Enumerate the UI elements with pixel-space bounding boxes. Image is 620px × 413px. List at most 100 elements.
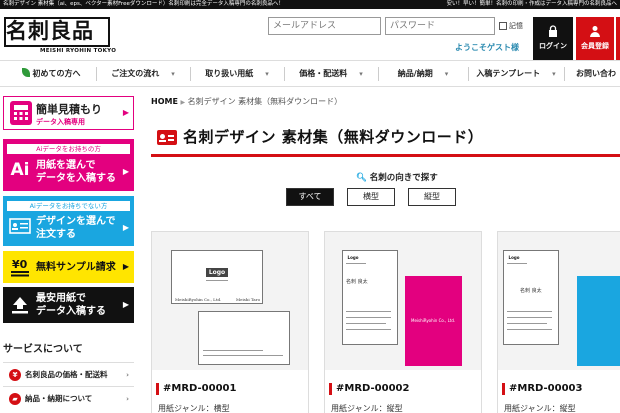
chevron-right-icon: › [126,371,129,379]
design-thumbnail[interactable]: Logo 名刺 良太 MeishiRyohin Co., Ltd. [325,232,481,370]
nav-templates[interactable]: 入稿テンプレート ▾ [472,61,560,86]
chevron-down-icon: ▾ [444,70,449,78]
filter-horizontal-button[interactable]: 横型 [347,188,395,206]
page-title-bar: 名刺デザイン 素材集（無料ダウンロード） [151,123,620,157]
nav-delivery[interactable]: 納品/納期 ▾ [382,61,464,86]
nav-divider [468,67,469,81]
login-label: ログイン [539,42,567,50]
nav-order-flow[interactable]: ご注文の流れ ▾ [100,61,186,86]
filter-vertical-button[interactable]: 縦型 [408,188,456,206]
design-code: #MRD-00002 [329,383,409,395]
beginner-leaf-icon [21,68,30,77]
text-line [203,355,283,356]
logo-placeholder: Logo [346,255,360,261]
sidebar-link-prices[interactable]: ¥ 名刺良品の価格・配送料 › [3,362,134,386]
text-line [346,317,391,318]
free-sample-button[interactable]: ¥0 無料サンプル請求 ▶ [3,251,134,283]
login-button[interactable]: ログイン [533,17,573,63]
nav-label: 初めての方へ [32,69,81,78]
sidebar-link-label: 納品・納期について [25,394,93,403]
email-input[interactable] [268,17,381,35]
main-nav: 初めての方へ ご注文の流れ ▾ 取り扱い用紙 ▾ 価格・配送料 ▾ 納品/納期 ▾ 入稿… [0,60,620,87]
truck-icon: ▰ [9,393,21,405]
chevron-down-icon: ▾ [171,70,175,78]
nav-beginners[interactable]: 初めての方へ [10,61,92,86]
chevron-down-icon: ▾ [359,70,363,78]
remember-me[interactable]: 記憶 [499,21,523,31]
quick-quote-title: 簡単見積もり [36,103,102,116]
design-card[interactable]: Logo MeishiRyohin Co., Ltd. Meishi Taro … [151,231,309,413]
breadcrumb-current: 名刺デザイン 素材集（無料ダウンロード） [187,97,343,106]
text-line [507,329,552,330]
chevron-right-icon: ▶ [122,223,129,232]
card-back-preview: MeishiRyohin Co., Ltd. [405,276,462,366]
card-front-preview: Logo 名刺 良太 [342,250,398,345]
logo-japanese: 名刺良品 [6,18,94,43]
nav-divider [284,67,285,81]
quick-quote-subtitle: データ入稿専用 [36,118,85,126]
top-strip-text: 名刺デザイン 素材集（ai、eps、ベクター素材Freeダウンロード）名刺印刷は… [3,1,284,7]
nav-divider [564,67,565,81]
choose-design-caption: Aiデータをお持ちでない方 [7,201,130,211]
text-line [203,350,263,351]
text-line [346,311,391,312]
logo-english: MEISHI RYOHIN TOKYO [40,48,117,54]
top-strip-tagline: 安い！早い！簡単！名刺の印刷・作成はデータ入稿専門の名刺良品へ [446,1,617,7]
card-front-preview: Logo MeishiRyohin Co., Ltd. Meishi Taro [171,250,263,304]
design-card[interactable]: Logo 名刺 良太 MeishiRyohin Co., Ltd. #MRD-0… [324,231,482,413]
chevron-down-icon: ▾ [552,70,556,78]
coin-stack-icon: ¥0 [9,256,31,278]
register-label: 会員登録 [581,42,609,50]
nav-divider [378,67,379,81]
nav-label: お問い合わ [576,69,616,78]
upload-ai-data-button[interactable]: Aiデータをお持ちの方 Ai 用紙を選んで データを入稿する ▶ [3,139,134,191]
svg-text:¥0: ¥0 [12,258,28,271]
design-thumbnail[interactable]: Logo 名刺 良太 [498,232,620,370]
site-logo[interactable]: 名刺良品 MEISHI RYOHIN TOKYO [4,17,116,55]
choose-design-button[interactable]: Aiデータをお持ちでない方 デザインを選んで 注文する ▶ [3,196,134,246]
header-extra-button[interactable] [616,17,620,63]
nav-label: 価格・配送料 [299,69,348,78]
person-name: Meishi Taro [236,297,260,302]
design-code: #MRD-00001 [156,383,236,395]
text-line [507,317,552,318]
business-card-icon [157,130,177,145]
nav-label: 納品/納期 [397,69,433,78]
design-thumbnail[interactable]: Logo MeishiRyohin Co., Ltd. Meishi Taro [152,232,308,370]
card-front-preview: Logo 名刺 良太 [503,250,559,345]
orientation-label: 🔍︎ 名刺の向きで探す [356,171,438,183]
chevron-right-icon: ▶ [122,167,129,176]
lock-icon [549,25,557,37]
top-strip: 名刺デザイン 素材集（ai、eps、ベクター素材Freeダウンロード）名刺印刷は… [0,0,620,9]
nav-label: 入稿テンプレート [476,69,541,78]
remember-checkbox[interactable] [499,22,507,30]
cheapest-paper-text: 最安用紙で データ入稿する [36,293,106,317]
upload-ai-caption: Aiデータをお持ちの方 [7,144,130,154]
ai-file-icon: Ai [10,160,30,180]
cheapest-paper-button[interactable]: 最安用紙で データ入稿する ▶ [3,287,134,323]
nav-contact[interactable]: お問い合わ [576,61,620,86]
quick-quote-button[interactable]: 簡単見積もり データ入稿専用 ▶ [3,96,134,130]
design-card[interactable]: Logo 名刺 良太 #MRD-00003 用紙ジャンル：縦型 [497,231,620,413]
design-genre: 用紙ジャンル：横型 [158,404,230,413]
yen-icon: ¥ [9,369,21,381]
nav-paper-types[interactable]: 取り扱い用紙 ▾ [194,61,280,86]
logo-placeholder: Logo [507,255,521,261]
chevron-right-icon: › [126,395,129,403]
register-button[interactable]: 会員登録 [576,17,614,63]
password-input[interactable] [385,17,495,35]
card-back-preview [577,276,620,366]
breadcrumb-separator-icon: ▶ [180,99,186,106]
text-line [507,311,552,312]
person-name: 名刺 良太 [520,288,542,294]
design-genre: 用紙ジャンル：縦型 [504,404,576,413]
page-title: 名刺デザイン 素材集（無料ダウンロード） [183,128,484,146]
design-genre: 用紙ジャンル：縦型 [331,404,403,413]
filter-all-button[interactable]: すべて [286,188,334,206]
breadcrumb-home[interactable]: HOME [151,97,178,106]
design-code: #MRD-00003 [502,383,582,395]
sidebar-link-delivery[interactable]: ▰ 納品・納期について › [3,386,134,410]
chevron-right-icon: ▶ [122,300,129,309]
nav-prices[interactable]: 価格・配送料 ▾ [288,61,374,86]
free-sample-text: 無料サンプル請求 [36,262,116,273]
